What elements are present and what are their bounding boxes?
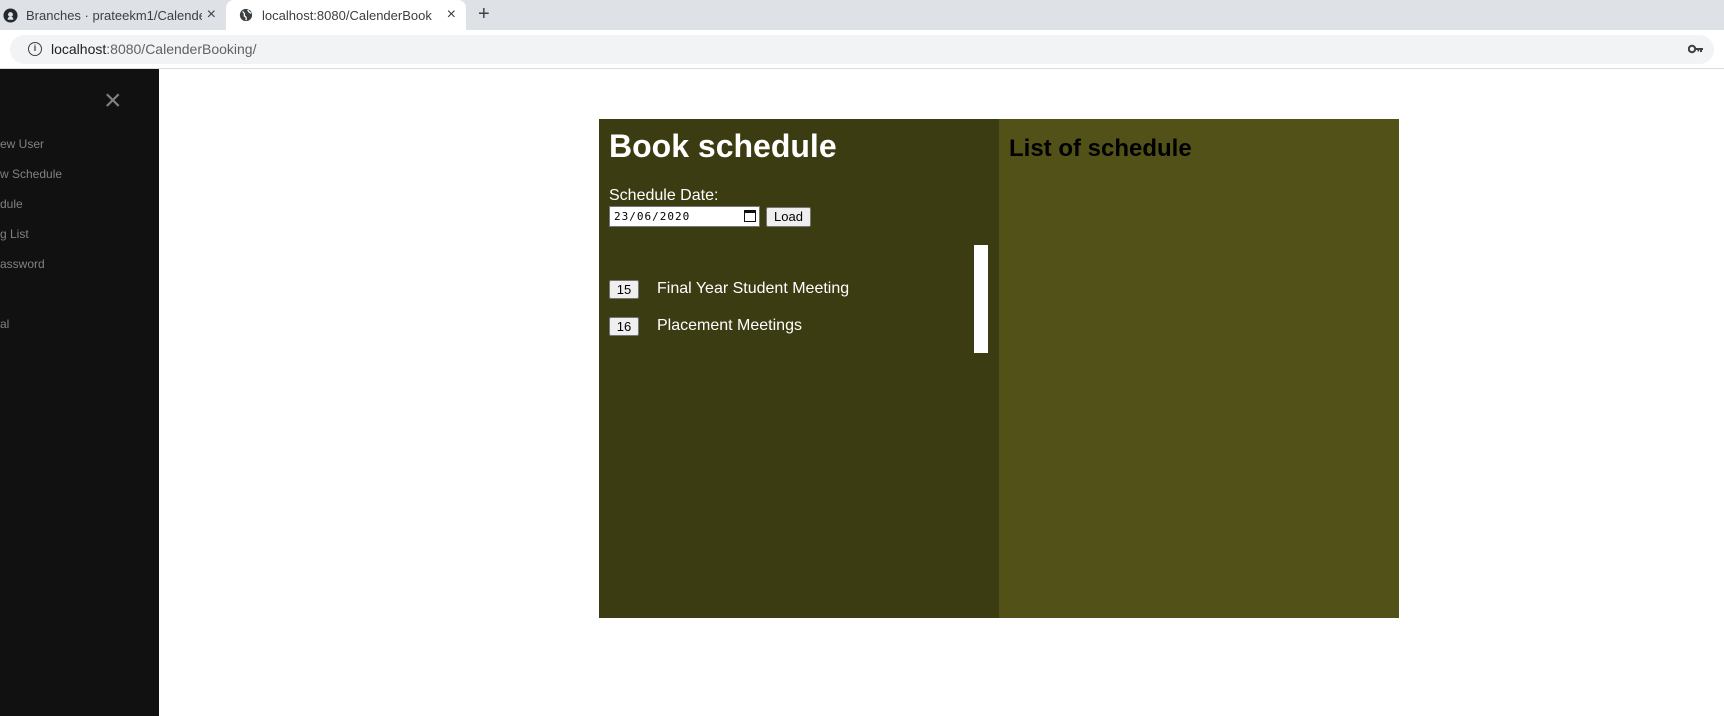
globe-icon xyxy=(238,7,254,23)
url-host: localhost xyxy=(51,41,107,57)
schedule-date-label: Schedule Date: xyxy=(609,187,719,204)
slot-button[interactable]: 16 xyxy=(609,317,639,336)
book-schedule-panel: Book schedule Schedule Date: 23/06/2020 … xyxy=(599,119,999,618)
tab-title: localhost:8080/CalenderBooking/ xyxy=(262,7,432,23)
tab-bar: Branches · prateekm1/CalenderBooking × l… xyxy=(0,0,1724,30)
browser-toolbar: i localhost:8080/CalenderBooking/ xyxy=(0,30,1724,69)
sidebar-item-new-user[interactable]: ew User xyxy=(0,137,44,151)
book-schedule-title: Book schedule xyxy=(609,128,837,164)
calendar-icon[interactable] xyxy=(744,210,756,222)
sidebar-item-schedule[interactable]: dule xyxy=(0,197,23,211)
schedule-list-title: List of schedule xyxy=(1009,135,1192,162)
close-icon[interactable]: × xyxy=(104,86,122,116)
slot-name: Final Year Student Meeting xyxy=(657,280,850,297)
key-icon[interactable] xyxy=(1687,41,1704,58)
url-text[interactable]: localhost:8080/CalenderBooking/ xyxy=(51,41,257,57)
sidebar-item-password[interactable]: assword xyxy=(0,257,45,271)
url-path: :8080/CalenderBooking/ xyxy=(106,41,257,57)
tab-github-branches[interactable]: Branches · prateekm1/CalenderBooking × xyxy=(0,0,226,30)
info-icon[interactable]: i xyxy=(28,42,42,56)
address-bar[interactable]: i localhost:8080/CalenderBooking/ xyxy=(10,35,1714,64)
slot-name: Placement Meetings xyxy=(657,317,802,334)
sidebar: × ew User w Schedule dule g List assword… xyxy=(0,69,159,716)
schedule-date-input[interactable]: 23/06/2020 xyxy=(609,206,760,227)
schedule-list-panel: List of schedule xyxy=(999,119,1399,618)
sidebar-item-al[interactable]: al xyxy=(0,317,9,331)
tab-close-icon[interactable]: × xyxy=(447,6,456,24)
schedule-scrollbar[interactable] xyxy=(974,245,988,353)
load-button[interactable]: Load xyxy=(766,207,811,227)
tab-localhost[interactable]: localhost:8080/CalenderBooking/ × xyxy=(226,0,466,30)
github-icon xyxy=(2,7,18,23)
schedule-date-value: 23/06/2020 xyxy=(614,210,691,223)
slot-button[interactable]: 15 xyxy=(609,280,639,299)
tab-title: Branches · prateekm1/CalenderBooking xyxy=(26,7,202,23)
new-tab-icon[interactable]: + xyxy=(478,3,490,26)
sidebar-item-new-schedule[interactable]: w Schedule xyxy=(0,167,62,181)
sidebar-item-booking-list[interactable]: g List xyxy=(0,227,29,241)
tab-close-icon[interactable]: × xyxy=(207,6,216,24)
